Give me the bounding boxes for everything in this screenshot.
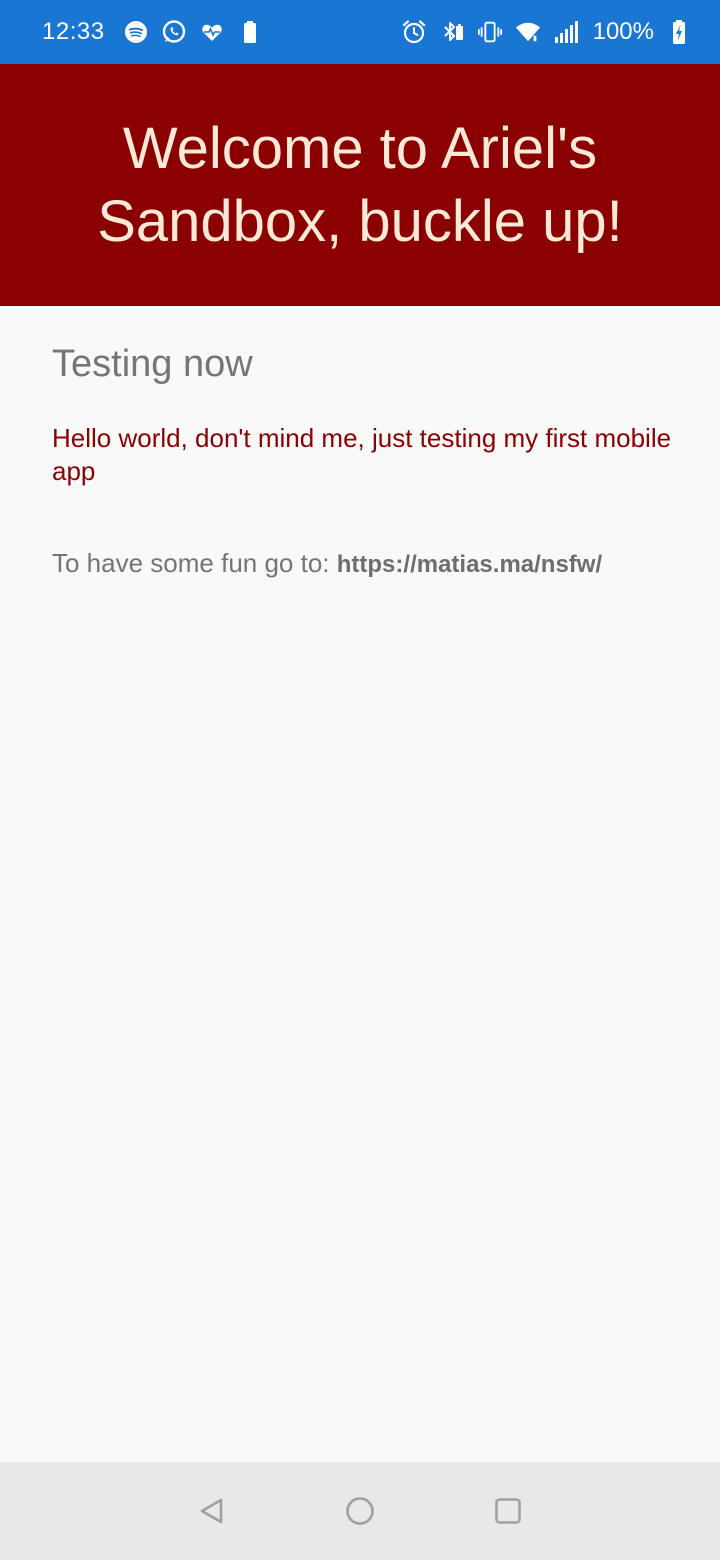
- fun-link[interactable]: https://matias.ma/nsfw/: [337, 551, 602, 578]
- recents-button[interactable]: [478, 1481, 538, 1541]
- bluetooth-icon: [439, 19, 465, 45]
- back-button[interactable]: [182, 1481, 242, 1541]
- app-screen: 12:33 100% Welcome to Ariel's Sandbox, b…: [0, 0, 720, 1560]
- battery-saver-icon: [237, 19, 263, 45]
- status-right: 100%: [401, 18, 692, 46]
- section-title: Testing now: [52, 343, 253, 385]
- alarm-icon: [401, 19, 427, 45]
- status-bar: 12:33 100%: [0, 0, 720, 64]
- header-title: Welcome to Ariel's Sandbox, buckle up!: [97, 116, 623, 254]
- status-time: 12:33: [42, 18, 105, 45]
- home-icon: [346, 1497, 374, 1525]
- vibrate-icon: [477, 19, 503, 45]
- battery-percent: 100%: [592, 18, 654, 45]
- fun-prefix: To have some fun go to:: [52, 548, 330, 578]
- back-icon: [200, 1498, 223, 1524]
- navigation-bar: [0, 1462, 720, 1560]
- home-button[interactable]: [330, 1481, 390, 1541]
- app-header: Welcome to Ariel's Sandbox, buckle up!: [0, 64, 720, 306]
- recents-icon: [495, 1498, 521, 1524]
- signal-icon: [553, 19, 579, 45]
- wifi-icon: [515, 19, 541, 45]
- spotify-icon: [123, 19, 149, 45]
- main-content: Testing now Hello world, don't mind me, …: [52, 336, 672, 582]
- status-left: 12:33: [42, 18, 263, 46]
- hello-text: Hello world, don't mind me, just testing…: [52, 423, 672, 486]
- battery-charging-icon: [666, 19, 692, 45]
- fun-line: To have some fun go to: https://matias.m…: [52, 546, 672, 582]
- health-icon: [199, 19, 225, 45]
- whatsapp-icon: [161, 19, 187, 45]
